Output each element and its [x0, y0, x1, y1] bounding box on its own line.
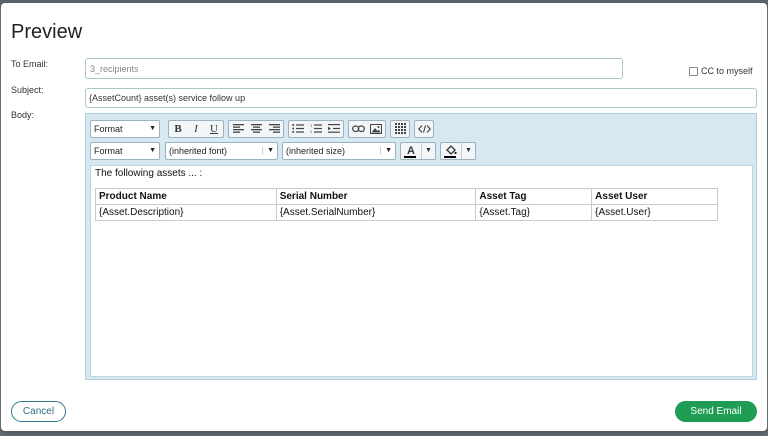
align-left-icon[interactable] — [229, 121, 247, 137]
cc-checkbox[interactable] — [689, 66, 698, 76]
toolbar-row-2: Format ▼ (inherited font) ▼ (inherited s… — [90, 141, 476, 160]
cancel-button[interactable]: Cancel — [11, 401, 66, 422]
table-group — [390, 119, 410, 138]
modal-title: Preview — [11, 21, 83, 43]
table-cell: {Asset.Description} — [95, 204, 277, 221]
chevron-down-icon: ▼ — [149, 125, 156, 132]
bulleted-list-icon[interactable] — [289, 121, 307, 137]
font-family-label: (inherited font) — [169, 145, 228, 156]
toolbar-row-1: Format ▼ B I U 1 2 — [90, 119, 434, 138]
format-dropdown-2-label: Format — [94, 145, 123, 156]
cc-to-myself[interactable]: CC to myself — [689, 66, 753, 76]
align-center-icon[interactable] — [247, 121, 265, 137]
column-header: Asset User — [591, 188, 718, 205]
text-color-icon[interactable]: A — [401, 143, 421, 159]
text-color-swatch — [404, 155, 416, 158]
image-icon[interactable] — [367, 121, 385, 137]
format-dropdown-label: Format — [94, 123, 123, 134]
source-code-icon[interactable] — [415, 121, 433, 137]
preview-modal: Preview To Email: 3_recipients CC to mys… — [1, 3, 767, 431]
table-icon[interactable] — [391, 121, 409, 137]
to-email-label: To Email: — [11, 59, 49, 69]
rich-text-editor: Format ▼ B I U 1 2 Format ▼ (inherited f… — [85, 113, 757, 380]
cc-label: CC to myself — [701, 66, 753, 76]
svg-text:1: 1 — [310, 124, 312, 128]
align-right-icon[interactable] — [265, 121, 283, 137]
table-header-row: Product Name Serial Number Asset Tag Ass… — [95, 188, 718, 205]
table-cell: {Asset.User} — [591, 204, 718, 221]
text-color-dropdown[interactable]: ▼ — [421, 142, 435, 159]
body-intro-text: The following assets ... : — [95, 168, 203, 179]
font-family-dropdown[interactable]: (inherited font) ▼ — [165, 141, 278, 160]
background-color-dropdown[interactable]: ▼ — [461, 142, 475, 159]
format-dropdown-2[interactable]: Format ▼ — [90, 141, 160, 160]
chevron-down-icon: ▼ — [262, 147, 274, 154]
font-size-label: (inherited size) — [286, 145, 346, 156]
table-row: {Asset.Description} {Asset.SerialNumber}… — [95, 204, 718, 221]
to-email-field[interactable]: 3_recipients — [85, 58, 623, 79]
source-group — [414, 119, 434, 138]
italic-icon[interactable]: I — [187, 121, 205, 137]
font-size-dropdown[interactable]: (inherited size) ▼ — [282, 141, 396, 160]
text-color-control: A ▼ — [400, 141, 436, 160]
table-cell: {Asset.Tag} — [475, 204, 593, 221]
column-header: Serial Number — [275, 188, 477, 205]
svg-text:2: 2 — [310, 130, 312, 133]
background-color-icon[interactable] — [441, 143, 461, 159]
alignment-group — [228, 119, 284, 138]
list-group: 12 — [288, 119, 344, 138]
column-header: Asset Tag — [475, 188, 593, 205]
subject-label: Subject: — [11, 85, 44, 95]
background-color-control: ▼ — [440, 141, 476, 160]
bold-icon[interactable]: B — [169, 121, 187, 137]
column-header: Product Name — [95, 188, 277, 205]
numbered-list-icon[interactable]: 12 — [307, 121, 325, 137]
table-cell: {Asset.SerialNumber} — [275, 204, 477, 221]
assets-table: Product Name Serial Number Asset Tag Ass… — [95, 188, 718, 221]
subject-field[interactable]: {AssetCount} asset(s) service follow up — [85, 88, 757, 108]
underline-icon[interactable]: U — [205, 121, 223, 137]
body-label: Body: — [11, 110, 35, 120]
background-color-swatch — [444, 155, 456, 158]
chevron-down-icon: ▼ — [149, 147, 156, 154]
send-email-button[interactable]: Send Email — [675, 401, 757, 422]
indent-icon[interactable] — [325, 121, 343, 137]
editor-content[interactable]: The following assets ... : Product Name … — [90, 165, 753, 377]
link-icon[interactable] — [349, 121, 367, 137]
chevron-down-icon: ▼ — [380, 147, 392, 154]
insert-group — [348, 119, 386, 138]
format-dropdown[interactable]: Format ▼ — [90, 119, 160, 138]
text-style-group: B I U — [168, 119, 224, 138]
